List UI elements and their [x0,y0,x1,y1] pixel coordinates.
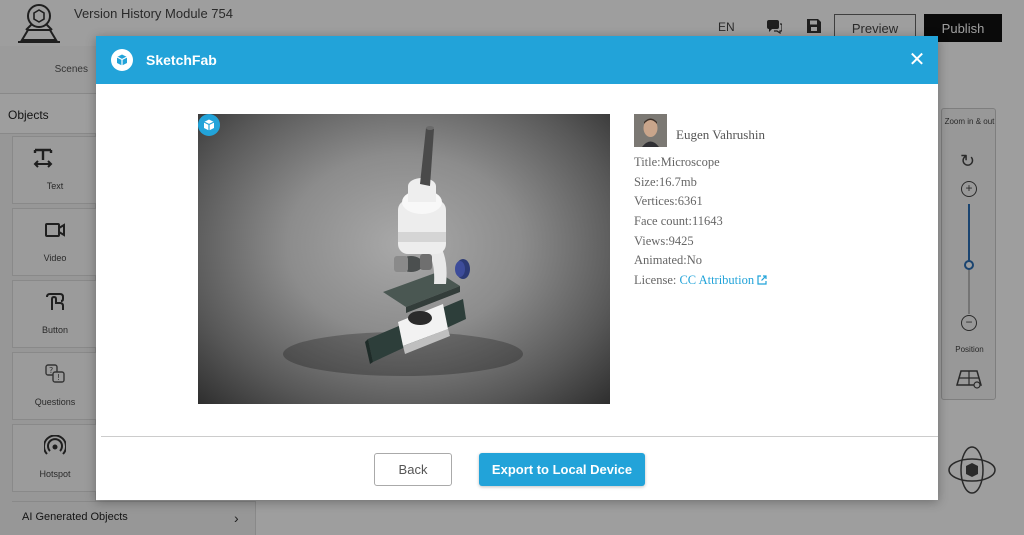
model-face-count: Face count:11643 [634,214,723,228]
footer-divider [101,436,938,437]
close-icon[interactable]: ✕ [906,48,928,70]
author-avatar [634,114,667,147]
sketchfab-dialog: SketchFab ✕ Eugen Vahrushin Title:Micros… [96,36,938,500]
model-license: License: CC Attribution [634,273,767,288]
model-size: Size:16.7mb [634,175,697,189]
model-animated: Animated:No [634,253,703,267]
model-vertices: Vertices:6361 [634,194,703,208]
external-link-icon[interactable] [757,275,767,285]
export-to-local-device-button[interactable]: Export to Local Device [479,453,645,486]
sketchfab-badge-icon[interactable] [198,114,220,136]
license-prefix: License: [634,273,680,287]
model-title: Title:Microscope [634,155,720,169]
back-button[interactable]: Back [374,453,452,486]
model-views: Views:9425 [634,234,694,248]
model-preview-viewer[interactable] [198,114,610,404]
sketchfab-logo-icon [111,49,133,71]
license-link[interactable]: CC Attribution [679,273,754,287]
author-name[interactable]: Eugen Vahrushin [676,127,765,143]
avatar-image [634,114,667,147]
dialog-header: SketchFab ✕ [96,36,938,84]
microscope-model-image [283,126,523,376]
dialog-title: SketchFab [146,52,217,68]
